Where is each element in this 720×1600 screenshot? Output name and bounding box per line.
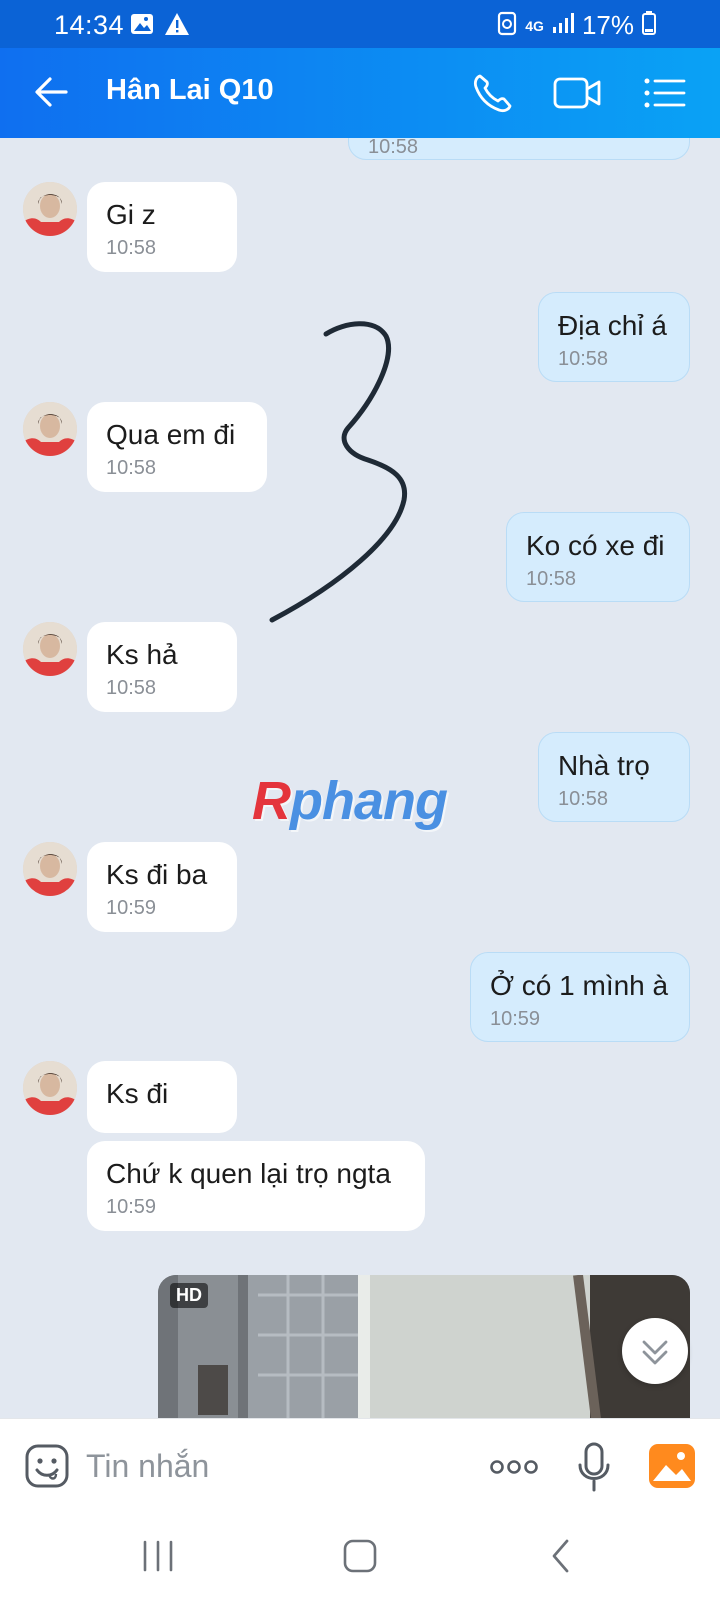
gallery-button[interactable] (648, 1443, 696, 1489)
message-list[interactable]: 10:58 Gi z 10:58 Địa chỉ á 10:58 Qua em … (0, 138, 720, 1418)
home-icon[interactable] (340, 1536, 380, 1576)
watermark-logo: Rphang (252, 771, 448, 831)
message-input[interactable] (86, 1441, 466, 1491)
data-saver-icon (497, 10, 517, 41)
chat-header: Hân Lai Q10 (0, 48, 720, 138)
video-call-button[interactable] (552, 68, 602, 118)
battery-percent: 17% (581, 10, 634, 40)
gallery-notification-icon (130, 12, 154, 41)
network-type-icon: 4G (525, 17, 544, 34)
microphone-button[interactable] (576, 1441, 612, 1493)
status-time: 14:34 (54, 10, 125, 40)
battery-icon (642, 11, 656, 40)
back-button[interactable] (30, 70, 74, 114)
message-composer (0, 1418, 720, 1514)
back-nav-icon[interactable] (542, 1536, 582, 1576)
system-navigation-bar (0, 1514, 720, 1600)
status-bar: 14:34 4G 17% (0, 0, 720, 48)
contact-name[interactable]: Hân Lai Q10 (106, 74, 274, 107)
scroll-to-bottom-button[interactable] (622, 1318, 688, 1384)
warning-icon (164, 12, 190, 41)
options-menu-button[interactable] (640, 68, 690, 118)
sticker-emoji-button[interactable] (24, 1443, 70, 1489)
more-options-button[interactable] (488, 1449, 540, 1485)
voice-call-button[interactable] (468, 68, 518, 118)
recent-apps-icon[interactable] (138, 1536, 178, 1576)
signal-icon (552, 12, 574, 39)
